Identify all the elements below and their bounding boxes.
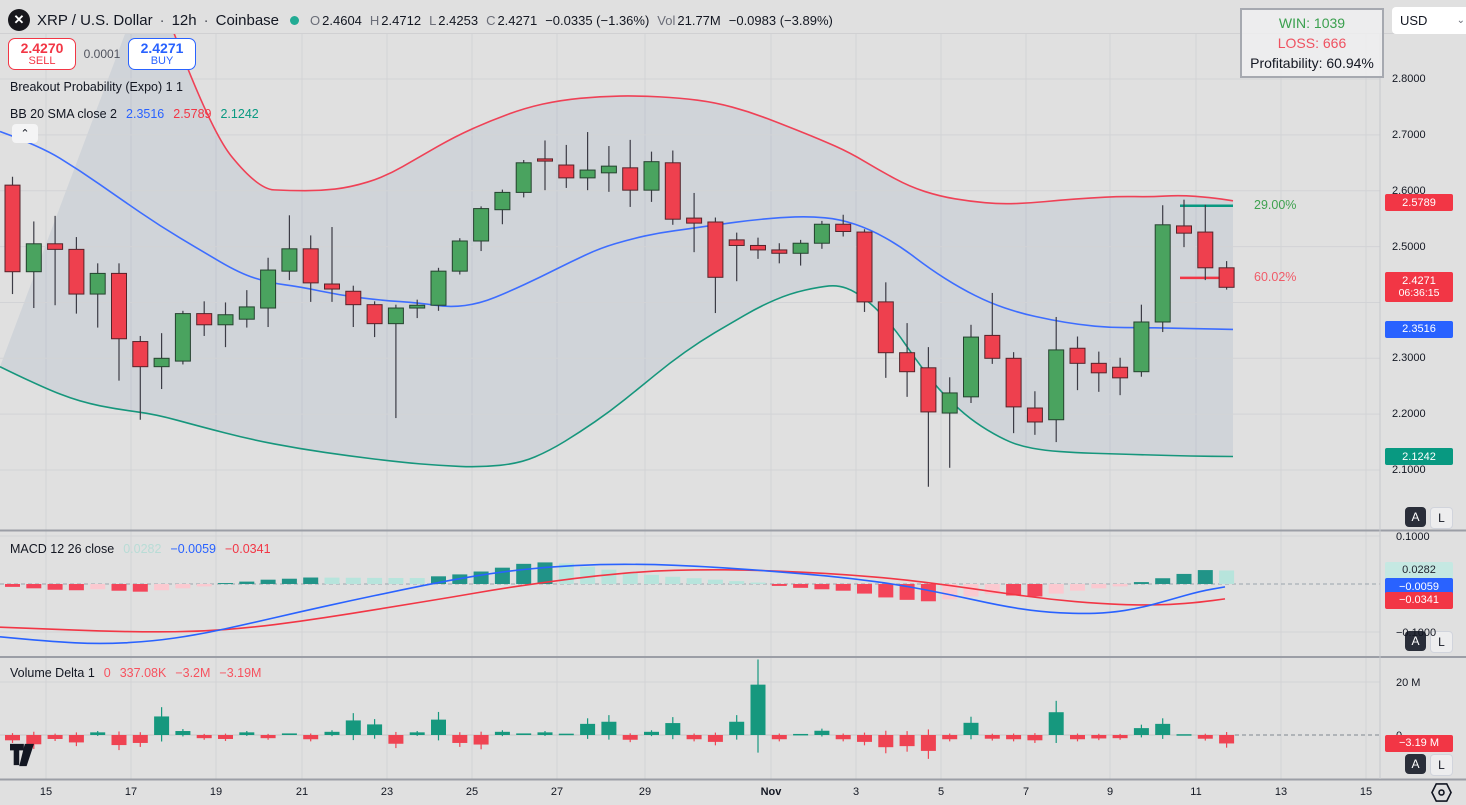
spread-value: 0.0001 bbox=[76, 47, 128, 61]
loss-count: LOSS: 666 bbox=[1278, 33, 1347, 53]
win-loss-stats-box: WIN: 1039 LOSS: 666 Profitability: 60.94… bbox=[1240, 8, 1384, 78]
time-tick-label: 11 bbox=[1190, 786, 1201, 798]
macd-badge: 0.0282 bbox=[1385, 562, 1453, 579]
price-tick-label: 2.1000 bbox=[1392, 464, 1426, 476]
market-status-icon bbox=[290, 16, 299, 25]
currency-select[interactable]: USD ⌄ bbox=[1392, 7, 1466, 34]
macd-badge: −0.0341 bbox=[1385, 592, 1453, 609]
separator: · bbox=[160, 12, 165, 29]
price-badge: 2.427106:36:15 bbox=[1385, 272, 1453, 302]
macd-tick-label: 0.1000 bbox=[1396, 531, 1430, 543]
breakout-down-probability: 60.02% bbox=[1254, 270, 1296, 284]
price-badge: 2.5789 bbox=[1385, 194, 1453, 211]
price-tick-label: 2.2000 bbox=[1392, 408, 1426, 420]
close-value: 2.4271 bbox=[497, 13, 537, 28]
low-value: 2.4253 bbox=[438, 13, 478, 28]
time-tick-label: 25 bbox=[466, 786, 478, 798]
sell-price: 2.4270 bbox=[21, 41, 64, 56]
main-axis-buttons: A L bbox=[1405, 507, 1453, 529]
time-tick-label: 23 bbox=[381, 786, 393, 798]
breakout-legend-title: Breakout Probability (Expo) 1 1 bbox=[10, 80, 183, 94]
bb-basis-value: 2.3516 bbox=[126, 107, 164, 121]
legend-breakout-probability[interactable]: Breakout Probability (Expo) 1 1 bbox=[10, 80, 183, 94]
change-value: −0.0335 (−1.36%) bbox=[545, 13, 649, 28]
ohlc-values: O 2.4604 H 2.4712 L 2.4253 C 2.4271 −0.0… bbox=[310, 13, 833, 28]
macd-signal-value: −0.0341 bbox=[225, 542, 271, 556]
chevron-down-icon: ⌄ bbox=[1457, 15, 1465, 26]
high-value: 2.4712 bbox=[381, 13, 421, 28]
price-badge: 2.3516 bbox=[1385, 321, 1453, 338]
macd-hist-value: 0.0282 bbox=[123, 542, 161, 556]
breakout-up-probability: 29.00% bbox=[1254, 198, 1296, 212]
volume-tick-label: 20 M bbox=[1396, 677, 1420, 689]
volume-value: 21.77M bbox=[677, 13, 720, 28]
macd-tick-label: −0.1000 bbox=[1396, 627, 1436, 639]
xrp-logo-icon[interactable]: ✕ bbox=[8, 9, 30, 31]
price-tick-label: 2.7000 bbox=[1392, 129, 1426, 141]
time-tick-label: 29 bbox=[639, 786, 651, 798]
buy-button[interactable]: 2.4271 BUY bbox=[128, 38, 196, 70]
log-scale-button[interactable]: L bbox=[1430, 754, 1453, 776]
log-scale-button[interactable]: L bbox=[1430, 507, 1453, 529]
volume-legend-title: Volume Delta 1 bbox=[10, 666, 95, 680]
profitability: Profitability: 60.94% bbox=[1250, 53, 1374, 73]
sell-label: SELL bbox=[29, 56, 56, 68]
currency-value: USD bbox=[1400, 13, 1427, 28]
volume-value-1: 337.08K bbox=[120, 666, 167, 680]
price-tick-label: 2.3000 bbox=[1392, 352, 1426, 364]
symbol-title[interactable]: XRP / U.S. Dollar bbox=[37, 12, 153, 29]
bb-upper-value: 2.5789 bbox=[173, 107, 211, 121]
win-count: WIN: 1039 bbox=[1279, 13, 1345, 33]
sell-button[interactable]: 2.4270 SELL bbox=[8, 38, 76, 70]
legend-volume-delta[interactable]: Volume Delta 1 0 337.08K −3.2M −3.19M bbox=[10, 666, 261, 680]
tradingview-logo-icon[interactable] bbox=[9, 743, 35, 767]
volume-label: Vol bbox=[657, 13, 675, 28]
price-badge: 2.1242 bbox=[1385, 448, 1453, 465]
time-tick-label: 27 bbox=[551, 786, 563, 798]
open-label: O bbox=[310, 13, 320, 28]
volume-value-0: 0 bbox=[104, 666, 111, 680]
bb-lower-value: 2.1242 bbox=[220, 107, 258, 121]
auto-scale-button[interactable]: A bbox=[1405, 507, 1426, 527]
time-tick-label: 9 bbox=[1107, 786, 1113, 798]
interval-label[interactable]: 12h bbox=[172, 12, 197, 29]
time-tick-label: 13 bbox=[1275, 786, 1287, 798]
legend-bollinger-bands[interactable]: BB 20 SMA close 2 2.3516 2.5789 2.1242 bbox=[10, 107, 259, 121]
collapse-legend-button[interactable]: ⌃ bbox=[12, 124, 38, 143]
volume-badge: −3.19 M bbox=[1385, 735, 1453, 752]
time-tick-label: 15 bbox=[40, 786, 52, 798]
volume-axis-buttons: A L bbox=[1405, 754, 1453, 776]
symbol-header: ✕ XRP / U.S. Dollar · 12h · Coinbase O 2… bbox=[8, 8, 833, 32]
macd-legend-title: MACD 12 26 close bbox=[10, 542, 114, 556]
hexagon-settings-icon[interactable] bbox=[1430, 782, 1453, 803]
volume-change-value: −0.0983 (−3.89%) bbox=[729, 13, 833, 28]
time-tick-label: 3 bbox=[853, 786, 859, 798]
close-label: C bbox=[486, 13, 495, 28]
buy-label: BUY bbox=[151, 56, 174, 68]
bb-legend-title: BB 20 SMA close 2 bbox=[10, 107, 117, 121]
time-tick-label: 15 bbox=[1360, 786, 1372, 798]
macd-line-value: −0.0059 bbox=[170, 542, 216, 556]
volume-value-3: −3.19M bbox=[219, 666, 261, 680]
exchange-label[interactable]: Coinbase bbox=[216, 12, 279, 29]
time-tick-label: 7 bbox=[1023, 786, 1029, 798]
trade-buttons-row: 2.4270 SELL 0.0001 2.4271 BUY bbox=[8, 38, 196, 70]
separator: · bbox=[204, 12, 209, 29]
volume-value-2: −3.2M bbox=[175, 666, 210, 680]
time-tick-label: Nov bbox=[761, 786, 782, 798]
time-tick-label: 17 bbox=[125, 786, 137, 798]
buy-price: 2.4271 bbox=[141, 41, 184, 56]
legend-macd[interactable]: MACD 12 26 close 0.0282 −0.0059 −0.0341 bbox=[10, 542, 271, 556]
trading-chart-app: ✕ XRP / U.S. Dollar · 12h · Coinbase O 2… bbox=[0, 0, 1466, 805]
low-label: L bbox=[429, 13, 436, 28]
price-tick-label: 2.8000 bbox=[1392, 73, 1426, 85]
auto-scale-button[interactable]: A bbox=[1405, 754, 1426, 774]
time-tick-label: 21 bbox=[296, 786, 308, 798]
time-tick-label: 5 bbox=[938, 786, 944, 798]
chevron-up-icon: ⌃ bbox=[20, 127, 29, 140]
open-value: 2.4604 bbox=[322, 13, 362, 28]
price-tick-label: 2.5000 bbox=[1392, 241, 1426, 253]
high-label: H bbox=[370, 13, 379, 28]
time-tick-label: 19 bbox=[210, 786, 222, 798]
